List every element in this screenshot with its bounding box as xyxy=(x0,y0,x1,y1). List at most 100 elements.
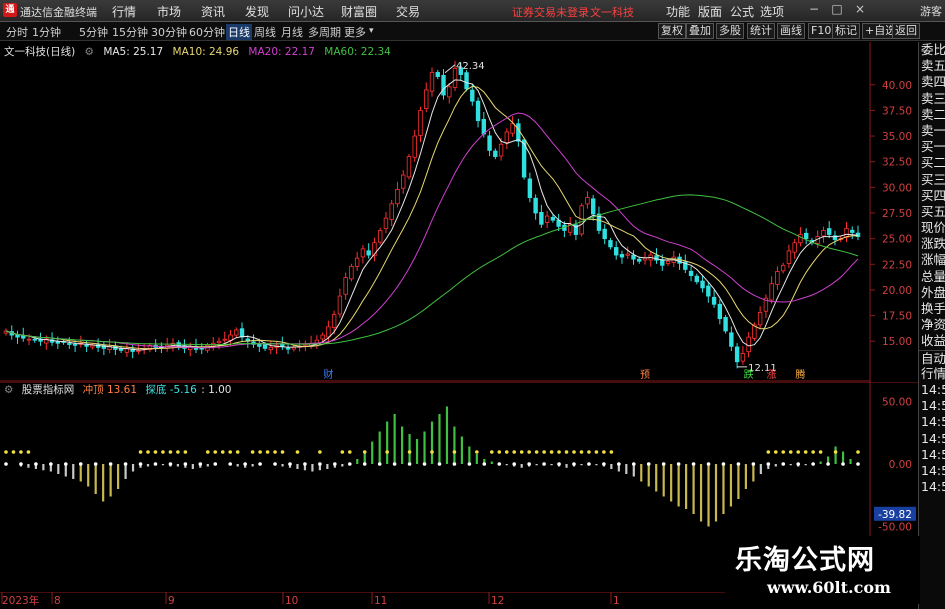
y-tick-label: 20.00 xyxy=(882,285,912,297)
period-more[interactable]: 更多 xyxy=(344,24,366,40)
minimize-icon[interactable]: − xyxy=(807,2,821,16)
multi-stock-button[interactable]: 多股 xyxy=(716,23,744,39)
candle-body xyxy=(706,285,711,297)
menu-discover[interactable]: 发现 xyxy=(245,3,269,20)
candle-body xyxy=(533,197,538,214)
overlay-button[interactable]: 叠加 xyxy=(686,23,714,39)
candle-body xyxy=(694,275,700,283)
candle-body xyxy=(424,89,429,109)
stats-button[interactable]: 统计 xyxy=(747,23,775,39)
period-daily[interactable]: 日线 xyxy=(226,24,252,40)
app-name: 通达信金融终端 xyxy=(20,6,97,19)
indicator-dot-yellow xyxy=(773,450,778,454)
period-timeshare[interactable]: 分时 xyxy=(6,24,28,40)
candle-body xyxy=(464,72,469,90)
menu-wealth[interactable]: 财富圈 xyxy=(341,3,377,20)
watermark-title: 乐淘公式网 xyxy=(735,545,875,576)
y-tick-label: 32.50 xyxy=(882,157,912,169)
login-notice[interactable]: 证券交易未登录 xyxy=(512,4,589,20)
candle-body xyxy=(280,343,285,347)
maximize-icon[interactable]: □ xyxy=(830,2,844,16)
indicator-dot-yellow xyxy=(587,450,591,454)
indicator-dot-yellow xyxy=(579,450,584,454)
period-weekly[interactable]: 周线 xyxy=(254,24,276,40)
candle-body xyxy=(429,72,435,92)
indicator-dot-yellow xyxy=(228,450,233,454)
indicator-dot-yellow xyxy=(602,450,606,454)
period-30min[interactable]: 30分钟 xyxy=(151,24,187,40)
y-tick-label: 25.00 xyxy=(882,234,912,246)
quote-panel-item[interactable]: 14:50 xyxy=(919,382,945,398)
indicator-dot-white xyxy=(198,462,203,466)
quote-panel-item[interactable]: 14:50 xyxy=(919,431,945,447)
quote-panel-item[interactable]: 14:50 xyxy=(919,414,945,430)
event-marker: 预 xyxy=(640,369,650,381)
indicator-dot-white xyxy=(19,462,23,466)
event-marker: 财 xyxy=(323,368,333,381)
period-5min[interactable]: 5分钟 xyxy=(79,24,108,40)
indicator-y-tick: 50.00 xyxy=(882,397,912,409)
candle-body xyxy=(26,338,32,341)
period-1min[interactable]: 1分钟 xyxy=(32,24,61,40)
period-60min[interactable]: 60分钟 xyxy=(189,24,225,40)
indicator-dot-white xyxy=(691,462,696,466)
f10-button[interactable]: F10 xyxy=(808,23,835,39)
quote-panel-item[interactable]: 14:50 xyxy=(919,447,945,463)
indicator-dot-white xyxy=(258,462,262,466)
indicator-dot-yellow xyxy=(497,450,502,454)
candle-body xyxy=(827,228,832,235)
back-button[interactable]: 返回 xyxy=(892,23,920,39)
candle-body xyxy=(493,150,498,157)
quote-panel-item[interactable]: 14:50 xyxy=(919,463,945,479)
candle-body xyxy=(590,198,596,215)
menu-formula[interactable]: 公式 xyxy=(730,3,754,20)
menu-xiaoda[interactable]: 问小达 xyxy=(288,3,324,20)
indicator-dot-yellow xyxy=(385,450,389,454)
period-15min[interactable]: 15分钟 xyxy=(112,24,148,40)
indicator-dot-yellow xyxy=(430,450,434,454)
indicator-dot-yellow xyxy=(856,450,860,454)
period-monthly[interactable]: 月线 xyxy=(281,24,303,40)
menu-trade[interactable]: 交易 xyxy=(396,3,420,20)
guest-label[interactable]: 游客 xyxy=(920,3,942,19)
draw-button[interactable]: 画线 xyxy=(777,23,805,39)
quote-panel-item: 买一 xyxy=(921,139,945,155)
site-watermark: 乐淘公式网 www.60lt.com xyxy=(725,536,920,604)
indicator-dot-yellow xyxy=(161,450,165,454)
quote-panel-item[interactable]: 14:50 xyxy=(919,479,945,495)
close-icon[interactable]: × xyxy=(853,2,867,16)
candle-body xyxy=(406,156,412,178)
x-tick-label: 1 xyxy=(613,595,620,607)
quote-panel-item[interactable]: 自动 xyxy=(919,349,945,366)
menu-functions[interactable]: 功能 xyxy=(666,3,690,20)
period-multi[interactable]: 多周期 xyxy=(308,24,341,40)
indicator-dot-white xyxy=(512,462,517,466)
adjust-button[interactable]: 复权 xyxy=(658,23,686,39)
quote-panel-item[interactable]: 行情 xyxy=(919,366,945,382)
indicator-dot-yellow xyxy=(168,450,173,454)
indicator-dot-white xyxy=(766,462,771,466)
quote-panel-item: 买二 xyxy=(921,155,945,171)
menu-layout[interactable]: 版面 xyxy=(698,3,722,20)
candle-body xyxy=(401,174,406,189)
menu-quotes[interactable]: 行情 xyxy=(112,3,136,20)
indicator-dot-yellow xyxy=(549,450,554,454)
candle-body xyxy=(418,110,423,136)
candle-body xyxy=(349,265,354,280)
indicator-dot-white xyxy=(93,462,98,466)
candle-body xyxy=(498,143,504,157)
mark-button[interactable]: 标记 xyxy=(832,23,860,39)
event-markers: 财预跌涨腾 xyxy=(323,368,805,381)
quote-panel-item: 买四 xyxy=(921,187,945,203)
more-chevron-icon[interactable]: ▾ xyxy=(369,26,374,36)
indicator-dot-white xyxy=(497,462,502,466)
menu-options[interactable]: 选项 xyxy=(760,3,784,20)
indicator-dot-yellow xyxy=(557,450,561,454)
kline-chart[interactable]: 40.00 37.50 35.00 32.50 30.00 27.50 25.00 22.50… xyxy=(0,42,918,382)
indicator-dot-white xyxy=(661,462,666,466)
quote-panel: 委比 卖五 卖四 卖三 卖二 卖一 买一 买二 买三 买四 买五 现价 涨跌 涨幅 总量 外盘 换手 净资 收益 自动… xyxy=(918,42,945,609)
menu-news[interactable]: 资讯 xyxy=(201,3,225,20)
quote-panel-item[interactable]: 14:50 xyxy=(919,398,945,414)
menu-market[interactable]: 市场 xyxy=(157,3,181,20)
indicator-dot-white xyxy=(377,462,382,466)
